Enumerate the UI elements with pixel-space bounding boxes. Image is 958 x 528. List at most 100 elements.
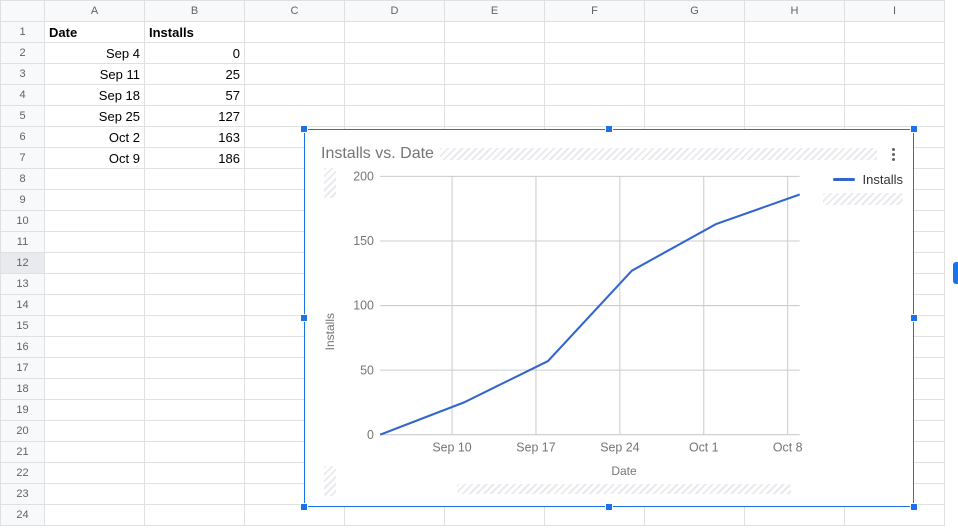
cell-B1[interactable]: Installs bbox=[145, 22, 245, 43]
cell-B13[interactable] bbox=[145, 274, 245, 295]
cell-A16[interactable] bbox=[45, 337, 145, 358]
cell-B14[interactable] bbox=[145, 295, 245, 316]
cell-I5[interactable] bbox=[845, 106, 945, 127]
cell-H5[interactable] bbox=[745, 106, 845, 127]
row-header-12[interactable]: 12 bbox=[1, 253, 45, 274]
chart-container[interactable]: Installs vs. Date Installs 050100150200 bbox=[304, 129, 914, 507]
row-header-2[interactable]: 2 bbox=[1, 43, 45, 64]
cell-B6[interactable]: 163 bbox=[145, 127, 245, 148]
cell-I4[interactable] bbox=[845, 85, 945, 106]
cell-D3[interactable] bbox=[345, 64, 445, 85]
cell-F3[interactable] bbox=[545, 64, 645, 85]
cell-C24[interactable] bbox=[245, 505, 345, 526]
cell-B21[interactable] bbox=[145, 442, 245, 463]
cell-B7[interactable]: 186 bbox=[145, 148, 245, 169]
cell-I2[interactable] bbox=[845, 43, 945, 64]
cell-I3[interactable] bbox=[845, 64, 945, 85]
cell-B5[interactable]: 127 bbox=[145, 106, 245, 127]
cell-D5[interactable] bbox=[345, 106, 445, 127]
row-header-1[interactable]: 1 bbox=[1, 22, 45, 43]
cell-B8[interactable] bbox=[145, 169, 245, 190]
cell-I1[interactable] bbox=[845, 22, 945, 43]
cell-H2[interactable] bbox=[745, 43, 845, 64]
row-header-5[interactable]: 5 bbox=[1, 106, 45, 127]
cell-B20[interactable] bbox=[145, 421, 245, 442]
row-header-11[interactable]: 11 bbox=[1, 232, 45, 253]
cell-D4[interactable] bbox=[345, 85, 445, 106]
chart-legend[interactable]: Installs bbox=[823, 172, 903, 205]
row-header-8[interactable]: 8 bbox=[1, 169, 45, 190]
cell-D24[interactable] bbox=[345, 505, 445, 526]
cell-A10[interactable] bbox=[45, 211, 145, 232]
row-header-19[interactable]: 19 bbox=[1, 400, 45, 421]
cell-A24[interactable] bbox=[45, 505, 145, 526]
cell-A22[interactable] bbox=[45, 463, 145, 484]
cell-B12[interactable] bbox=[145, 253, 245, 274]
cell-A14[interactable] bbox=[45, 295, 145, 316]
cell-D2[interactable] bbox=[345, 43, 445, 64]
y-axis-label[interactable]: Installs bbox=[323, 313, 337, 350]
row-header-16[interactable]: 16 bbox=[1, 337, 45, 358]
chart-plot-area[interactable]: 050100150200 Sep 10Sep 17Sep 24Oct 1Oct … bbox=[345, 168, 903, 462]
legend-item-installs[interactable]: Installs bbox=[833, 172, 903, 187]
cell-B9[interactable] bbox=[145, 190, 245, 211]
row-header-10[interactable]: 10 bbox=[1, 211, 45, 232]
resize-handle-br[interactable] bbox=[910, 503, 918, 511]
column-header-D[interactable]: D bbox=[345, 1, 445, 22]
resize-handle-ml[interactable] bbox=[300, 314, 308, 322]
resize-handle-tr[interactable] bbox=[910, 125, 918, 133]
side-panel-tab[interactable] bbox=[953, 262, 958, 284]
cell-G1[interactable] bbox=[645, 22, 745, 43]
cell-B10[interactable] bbox=[145, 211, 245, 232]
column-header-H[interactable]: H bbox=[745, 1, 845, 22]
cell-A9[interactable] bbox=[45, 190, 145, 211]
column-header-A[interactable]: A bbox=[45, 1, 145, 22]
row-header-22[interactable]: 22 bbox=[1, 463, 45, 484]
chart-more-button[interactable] bbox=[883, 144, 903, 164]
cell-A7[interactable]: Oct 9 bbox=[45, 148, 145, 169]
column-header-B[interactable]: B bbox=[145, 1, 245, 22]
cell-A8[interactable] bbox=[45, 169, 145, 190]
cell-F2[interactable] bbox=[545, 43, 645, 64]
cell-B3[interactable]: 25 bbox=[145, 64, 245, 85]
cell-B4[interactable]: 57 bbox=[145, 85, 245, 106]
cell-E5[interactable] bbox=[445, 106, 545, 127]
cell-B18[interactable] bbox=[145, 379, 245, 400]
cell-H1[interactable] bbox=[745, 22, 845, 43]
cell-H4[interactable] bbox=[745, 85, 845, 106]
row-header-4[interactable]: 4 bbox=[1, 85, 45, 106]
cell-F1[interactable] bbox=[545, 22, 645, 43]
cell-C2[interactable] bbox=[245, 43, 345, 64]
cell-B22[interactable] bbox=[145, 463, 245, 484]
cell-B2[interactable]: 0 bbox=[145, 43, 245, 64]
cell-D1[interactable] bbox=[345, 22, 445, 43]
cell-G2[interactable] bbox=[645, 43, 745, 64]
chart-title[interactable]: Installs vs. Date bbox=[315, 145, 434, 163]
select-all-corner[interactable] bbox=[1, 1, 45, 22]
row-header-18[interactable]: 18 bbox=[1, 379, 45, 400]
cell-A12[interactable] bbox=[45, 253, 145, 274]
cell-A1[interactable]: Date bbox=[45, 22, 145, 43]
row-header-13[interactable]: 13 bbox=[1, 274, 45, 295]
line-series-installs[interactable] bbox=[380, 194, 800, 434]
resize-handle-mr[interactable] bbox=[910, 314, 918, 322]
cell-A23[interactable] bbox=[45, 484, 145, 505]
cell-A19[interactable] bbox=[45, 400, 145, 421]
cell-C1[interactable] bbox=[245, 22, 345, 43]
cell-B16[interactable] bbox=[145, 337, 245, 358]
cell-H3[interactable] bbox=[745, 64, 845, 85]
cell-A21[interactable] bbox=[45, 442, 145, 463]
cell-E1[interactable] bbox=[445, 22, 545, 43]
row-header-6[interactable]: 6 bbox=[1, 127, 45, 148]
resize-handle-bl[interactable] bbox=[300, 503, 308, 511]
cell-G3[interactable] bbox=[645, 64, 745, 85]
cell-A18[interactable] bbox=[45, 379, 145, 400]
cell-A6[interactable]: Oct 2 bbox=[45, 127, 145, 148]
cell-B15[interactable] bbox=[145, 316, 245, 337]
row-header-7[interactable]: 7 bbox=[1, 148, 45, 169]
cell-I24[interactable] bbox=[845, 505, 945, 526]
cell-A2[interactable]: Sep 4 bbox=[45, 43, 145, 64]
row-header-21[interactable]: 21 bbox=[1, 442, 45, 463]
cell-C5[interactable] bbox=[245, 106, 345, 127]
row-header-9[interactable]: 9 bbox=[1, 190, 45, 211]
